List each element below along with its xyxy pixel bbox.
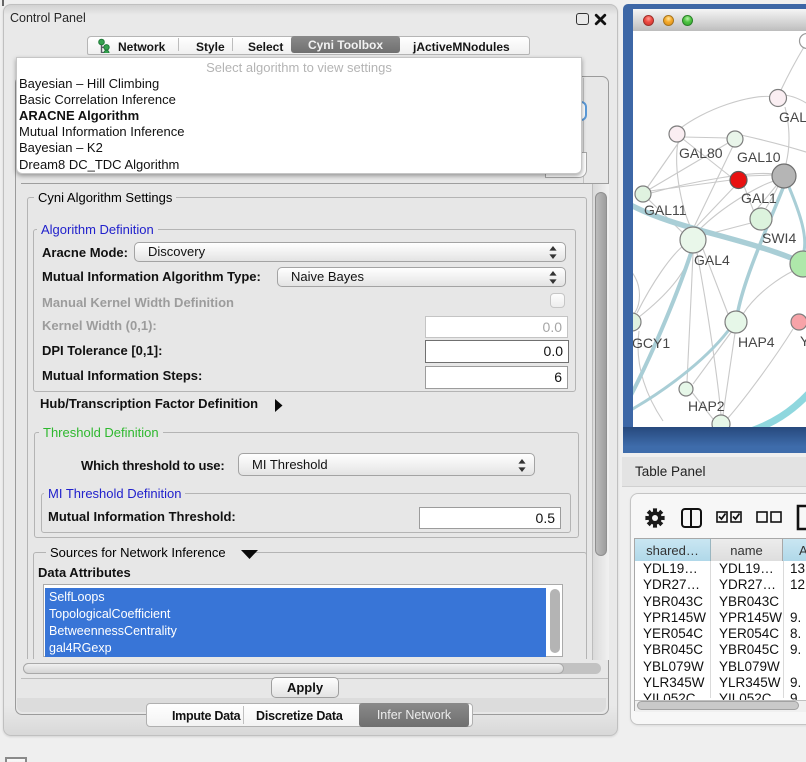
svg-text:HAP4: HAP4 [738, 334, 775, 350]
svg-text:GAL80: GAL80 [679, 145, 723, 161]
svg-text:GAL7: GAL7 [779, 109, 806, 125]
svg-text:GAL10: GAL10 [737, 149, 781, 165]
svg-text:GCY1: GCY1 [633, 335, 670, 351]
svg-text:GAL1: GAL1 [741, 190, 777, 206]
svg-text:SWI4: SWI4 [762, 230, 796, 246]
svg-text:GAL11: GAL11 [644, 202, 687, 218]
svg-text:YM: YM [800, 333, 806, 349]
svg-text:HAP2: HAP2 [688, 398, 725, 414]
svg-text:GAL4: GAL4 [694, 252, 730, 268]
